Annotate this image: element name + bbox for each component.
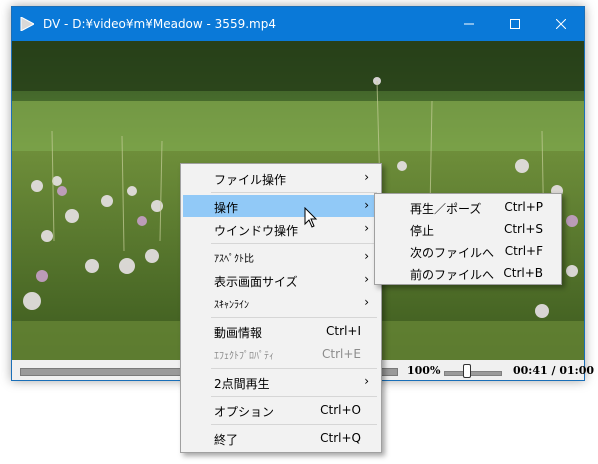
menu-item-video-info[interactable]: 動画情報 Ctrl+I [183, 320, 379, 342]
menu-item-label: 表示画面サイズ [214, 275, 298, 289]
menu-separator [211, 192, 377, 193]
submenu-item-shortcut: Ctrl+P [504, 200, 543, 214]
submenu-item-label: 前のファイルへ [410, 268, 495, 282]
menu-item-label: 操作 [214, 201, 239, 215]
menu-item-operation[interactable]: 操作 › [183, 195, 379, 217]
chevron-right-icon: › [364, 170, 369, 184]
menu-item-label: ファイル操作 [214, 173, 287, 187]
maximize-icon [510, 19, 520, 29]
menu-separator [211, 424, 377, 425]
submenu-item-stop[interactable]: 停止 Ctrl+S [377, 218, 559, 240]
menu-item-label: オプション [214, 405, 275, 419]
volume-slider-thumb[interactable] [463, 364, 472, 378]
submenu-item-label: 次のファイルへ [410, 246, 495, 260]
menu-separator [211, 396, 377, 397]
menu-separator [211, 368, 377, 369]
menu-item-shortcut: Ctrl+E [322, 347, 361, 361]
menu-item-shortcut: Ctrl+I [326, 324, 361, 338]
chevron-right-icon: › [364, 272, 369, 286]
maximize-button[interactable] [492, 7, 538, 41]
menu-item-label: 動画情報 [214, 326, 263, 340]
submenu-item-shortcut: Ctrl+S [503, 222, 543, 236]
title-bar[interactable]: DV - D:¥video¥m¥Meadow - 3559.mp4 [12, 7, 584, 41]
menu-item-label: ｽｷｬﾝﾗｲﾝ [214, 300, 249, 311]
volume-slider[interactable] [444, 371, 502, 376]
close-button[interactable] [538, 7, 584, 41]
menu-item-label: 終了 [214, 433, 239, 447]
menu-item-file-ops[interactable]: ファイル操作 › [183, 167, 379, 189]
window-title: DV - D:¥video¥m¥Meadow - 3559.mp4 [43, 17, 276, 31]
menu-item-label: ウインドウ操作 [214, 224, 299, 238]
menu-item-aspect-ratio[interactable]: ｱｽﾍﾟｸﾄ比 › [183, 246, 379, 268]
submenu-item-shortcut: Ctrl+F [504, 244, 543, 258]
chevron-right-icon: › [364, 295, 369, 309]
close-icon [556, 19, 566, 29]
menu-item-label: ｴﾌｪｸﾄﾌﾟﾛﾊﾟﾃｨ [214, 351, 274, 362]
submenu-item-play-pause[interactable]: 再生／ポーズ Ctrl+P [377, 196, 559, 218]
menu-separator [211, 243, 377, 244]
menu-item-shortcut: Ctrl+Q [320, 431, 361, 445]
submenu-item-label: 再生／ポーズ [410, 202, 482, 216]
menu-item-effect-properties: ｴﾌｪｸﾄﾌﾟﾛﾊﾟﾃｨ Ctrl+E [183, 343, 379, 365]
chevron-right-icon: › [364, 374, 369, 388]
chevron-right-icon: › [364, 198, 369, 212]
menu-item-label: 2点間再生 [214, 377, 270, 391]
menu-item-ab-repeat[interactable]: 2点間再生 › [183, 371, 379, 393]
mouse-cursor-icon [304, 207, 318, 228]
menu-item-display-size[interactable]: 表示画面サイズ › [183, 269, 379, 291]
minimize-button[interactable] [446, 7, 492, 41]
context-menu: ファイル操作 › 操作 › ウインドウ操作 › ｱｽﾍﾟｸﾄ比 › 表示画面サイ… [180, 163, 382, 453]
menu-item-options[interactable]: オプション Ctrl+O [183, 399, 379, 421]
play-triangle-icon [20, 17, 34, 31]
minimize-icon [464, 23, 474, 25]
submenu-item-label: 停止 [410, 224, 435, 238]
time-display: 00:41 / 01:00 [513, 364, 595, 377]
menu-item-exit[interactable]: 終了 Ctrl+Q [183, 427, 379, 449]
submenu-item-prev-file[interactable]: 前のファイルへ Ctrl+B [377, 262, 559, 284]
submenu-item-shortcut: Ctrl+B [503, 266, 543, 280]
operation-submenu: 再生／ポーズ Ctrl+P 停止 Ctrl+S 次のファイルへ Ctrl+F 前… [374, 193, 562, 285]
menu-separator [211, 317, 377, 318]
submenu-item-next-file[interactable]: 次のファイルへ Ctrl+F [377, 240, 559, 262]
menu-item-label: ｱｽﾍﾟｸﾄ比 [214, 254, 254, 265]
chevron-right-icon: › [364, 221, 369, 235]
menu-item-shortcut: Ctrl+O [320, 403, 361, 417]
chevron-right-icon: › [364, 249, 369, 263]
menu-item-scanline[interactable]: ｽｷｬﾝﾗｲﾝ › [183, 292, 379, 314]
zoom-level: 100% [407, 364, 441, 377]
menu-item-window-ops[interactable]: ウインドウ操作 › [183, 218, 379, 240]
